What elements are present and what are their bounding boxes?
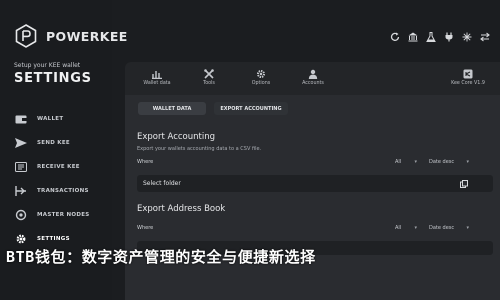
address-book-sort-dropdown[interactable]: Date desc ▾	[427, 223, 471, 233]
dropdown-value: Date desc	[429, 159, 455, 165]
folder-input-value: Select folder	[143, 180, 181, 187]
bank-icon[interactable]	[406, 30, 420, 44]
tab-options[interactable]: Options	[235, 62, 287, 92]
tab-label: Kee Core V1.9	[451, 80, 485, 86]
transactions-icon	[14, 184, 28, 198]
export-accounting-title: Export Accounting	[137, 132, 215, 142]
sidebar-item-label: SETTINGS	[37, 236, 70, 242]
network-icon[interactable]	[460, 30, 474, 44]
toolbar	[388, 30, 492, 44]
sidebar-nav: WALLET SEND KEE RECEIVE KEE TRANSACTIONS	[14, 107, 104, 251]
app-window: POWERKEE Setup your KEE wallet SETTINGS …	[0, 0, 500, 300]
tab-kee-core[interactable]: Kee Core V1.9	[442, 62, 494, 92]
sidebar-item-receive-kee[interactable]: RECEIVE KEE	[14, 155, 104, 179]
main-tabs: Wallet data Tools Options Accounts Kee C…	[125, 62, 500, 92]
sidebar-item-label: TRANSACTIONS	[37, 188, 89, 194]
subtabs: WALLET DATA EXPORT ACCOUNTING	[138, 102, 288, 115]
dropdown-value: All	[395, 225, 402, 231]
tab-label: Options	[251, 80, 271, 86]
copy-icon[interactable]	[459, 179, 469, 189]
sidebar-item-label: RECEIVE KEE	[37, 164, 80, 170]
sidebar-item-wallet[interactable]: WALLET	[14, 107, 104, 131]
data-icon	[152, 70, 162, 79]
caption-text: BTB钱包：数字资产管理的安全与便捷新选择	[6, 247, 316, 266]
export-address-book-title: Export Address Book	[137, 204, 226, 214]
flask-icon[interactable]	[424, 30, 438, 44]
tab-spacer	[339, 62, 442, 92]
sidebar-item-label: WALLET	[37, 116, 64, 122]
accounting-filter-dropdown[interactable]: All ▾	[393, 157, 419, 167]
export-accounting-where-label: Where	[137, 159, 154, 165]
tab-tools[interactable]: Tools	[183, 62, 235, 92]
address-book-filter-dropdown[interactable]: All ▾	[393, 223, 419, 233]
sidebar-item-send-kee[interactable]: SEND KEE	[14, 131, 104, 155]
chevron-down-icon: ▾	[466, 225, 469, 231]
sidebar-item-label: SEND KEE	[37, 140, 70, 146]
tab-label: Wallet data	[143, 80, 171, 86]
sidebar-item-transactions[interactable]: TRANSACTIONS	[14, 179, 104, 203]
brand: POWERKEE	[14, 24, 128, 48]
tab-accounts[interactable]: Accounts	[287, 62, 339, 92]
tools-icon	[204, 68, 214, 79]
tab-wallet-data[interactable]: Wallet data	[131, 62, 183, 92]
export-accounting-description: Export your wallets accounting data to a…	[137, 146, 262, 152]
tab-label: Tools	[203, 80, 215, 86]
core-icon	[463, 69, 473, 78]
chevron-down-icon: ▾	[414, 159, 417, 165]
receive-icon	[14, 160, 28, 174]
sidebar-item-master-nodes[interactable]: MASTER NODES	[14, 203, 104, 227]
subtab-wallet-data[interactable]: WALLET DATA	[138, 102, 206, 115]
accounting-folder-input[interactable]: Select folder	[137, 175, 493, 192]
accounting-sort-dropdown[interactable]: Date desc ▾	[427, 157, 471, 167]
refresh-icon[interactable]	[388, 30, 402, 44]
powerkee-logo-icon	[15, 24, 37, 48]
chevron-down-icon: ▾	[414, 225, 417, 231]
page-subtitle: Setup your KEE wallet	[14, 62, 81, 69]
send-icon	[14, 136, 28, 150]
plug-icon[interactable]	[442, 30, 456, 44]
dropdown-value: Date desc	[429, 225, 455, 231]
dropdown-value: All	[395, 159, 402, 165]
sidebar-item-label: MASTER NODES	[37, 212, 90, 218]
subtab-export-accounting[interactable]: EXPORT ACCOUNTING	[214, 102, 288, 115]
tab-label: Accounts	[302, 80, 324, 86]
nodes-icon	[14, 208, 28, 222]
chevron-down-icon: ▾	[466, 159, 469, 165]
wallet-icon	[14, 112, 28, 126]
export-address-book-where-label: Where	[137, 225, 154, 231]
page-title: SETTINGS	[14, 71, 92, 86]
accounts-icon	[308, 69, 318, 79]
settings-content: WALLET DATA EXPORT ACCOUNTING Export Acc…	[125, 95, 500, 300]
transfer-icon[interactable]	[478, 30, 492, 44]
options-icon	[257, 69, 265, 78]
brand-name: POWERKEE	[46, 28, 128, 44]
